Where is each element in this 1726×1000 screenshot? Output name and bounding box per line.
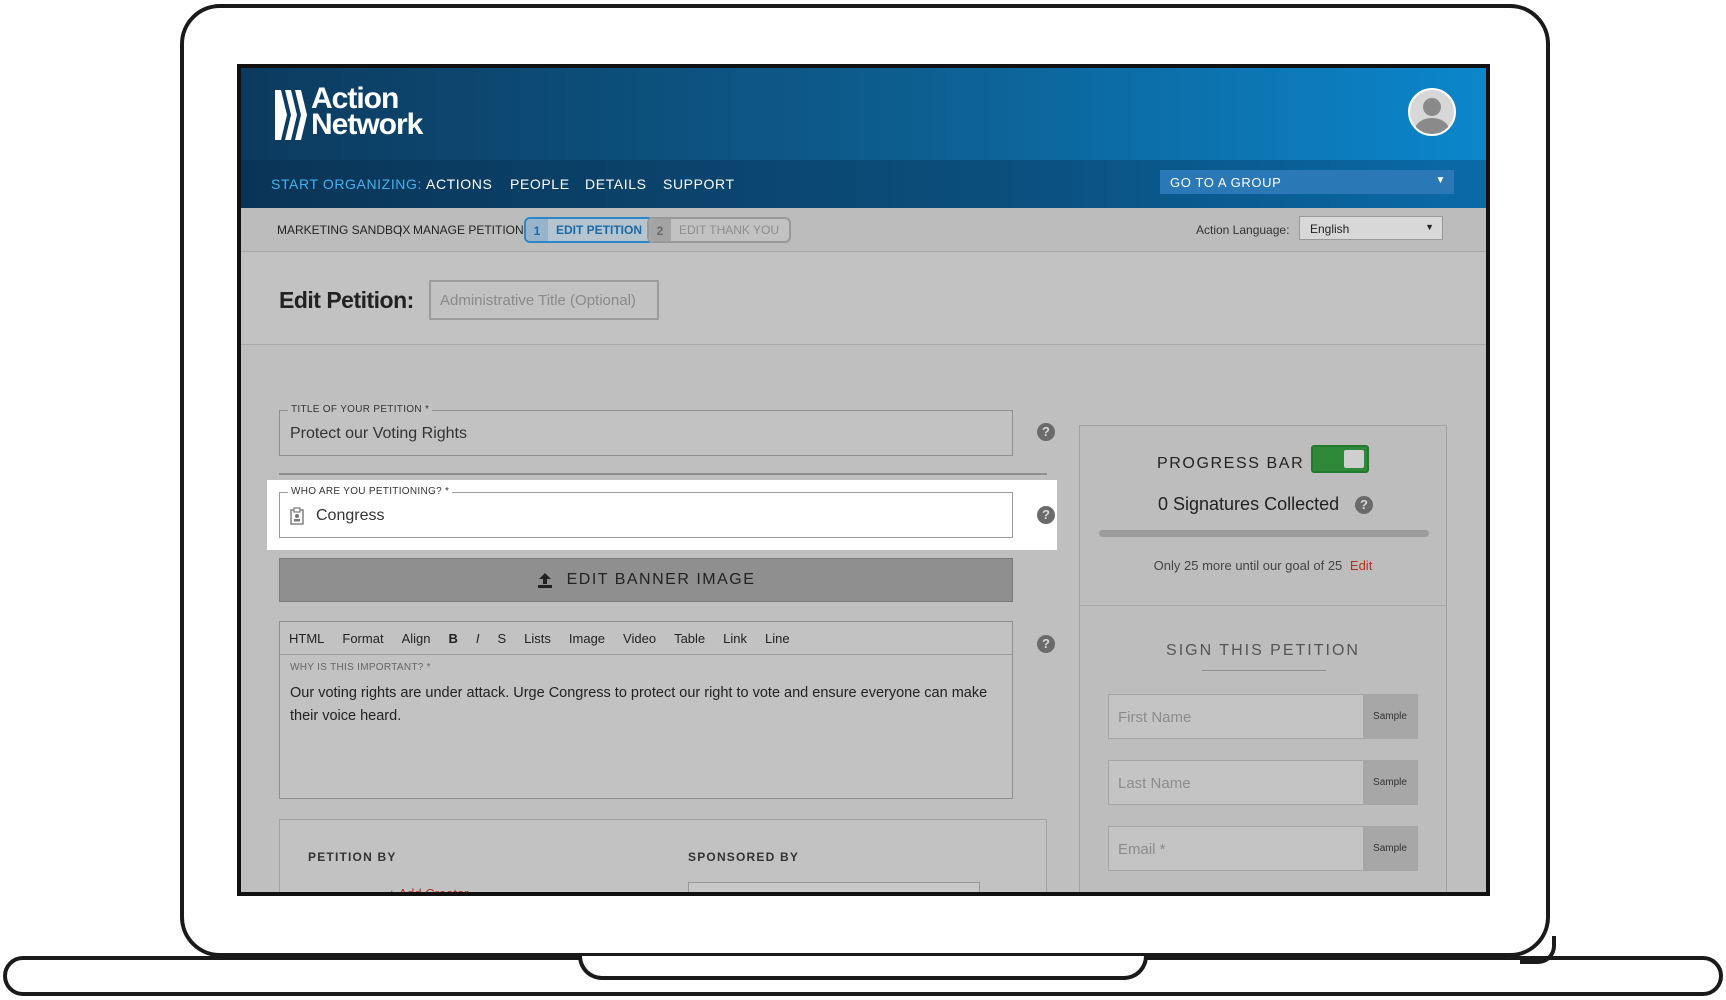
sign-petition-title: SIGN THIS PETITION xyxy=(1166,642,1360,659)
breadcrumb-bar: MARKETING SANDBOX | MANAGE PETITION 1 ED… xyxy=(241,208,1486,252)
sample-button[interactable]: Sample xyxy=(1363,827,1417,870)
breadcrumb-separator: | xyxy=(399,223,403,237)
byline-section: PETITION BY SPONSORED BY + Add Creator xyxy=(279,819,1047,892)
user-avatar[interactable] xyxy=(1408,88,1456,136)
language-value: English xyxy=(1310,222,1350,236)
toolbar-line[interactable]: Line xyxy=(765,631,790,646)
help-icon[interactable]: ? xyxy=(1037,635,1055,653)
toolbar-strike[interactable]: S xyxy=(498,631,507,646)
petition-target-value: Congress xyxy=(316,507,385,524)
nav-item-actions[interactable]: ACTIONS xyxy=(426,176,492,192)
clipboard-icon xyxy=(290,507,304,525)
go-to-group-select[interactable]: GO TO A GROUP ▼ xyxy=(1160,170,1454,194)
petition-title-field[interactable]: TITLE OF YOUR PETITION * Protect our Vot… xyxy=(279,404,1013,456)
why-important-text[interactable]: Our voting rights are under attack. Urge… xyxy=(290,682,1000,728)
sponsored-by-label: SPONSORED BY xyxy=(688,850,800,864)
action-network-logo[interactable]: Action Network xyxy=(275,82,445,142)
laptop-notch xyxy=(578,956,1148,980)
app-header: Action Network xyxy=(241,68,1486,160)
form-divider xyxy=(279,473,1047,475)
sign-title-underline xyxy=(1202,670,1326,671)
nav-item-people[interactable]: PEOPLE xyxy=(510,176,570,192)
email-placeholder: Email * xyxy=(1118,841,1166,858)
sample-button[interactable]: Sample xyxy=(1363,761,1417,804)
email-field[interactable]: Email * Sample xyxy=(1108,826,1418,871)
step-edit-thank-you[interactable]: 2 EDIT THANK YOU xyxy=(647,217,792,243)
add-creator-link[interactable]: + Add Creator xyxy=(388,886,469,892)
last-name-placeholder: Last Name xyxy=(1118,775,1191,792)
breadcrumb-marketing-sandbox[interactable]: MARKETING SANDBOX xyxy=(277,223,410,237)
petition-target-legend: WHO ARE YOU PETITIONING? * xyxy=(288,486,453,497)
breadcrumb-manage-petition[interactable]: MANAGE PETITION xyxy=(413,223,524,237)
edit-banner-image-button[interactable]: EDIT BANNER IMAGE xyxy=(279,558,1013,602)
goal-message: Only 25 more until our goal of 25 xyxy=(1153,558,1343,573)
group-select-label: GO TO A GROUP xyxy=(1170,175,1282,190)
petition-target-highlight: WHO ARE YOU PETITIONING? * Congress ? xyxy=(267,480,1057,550)
edit-title-bar: Edit Petition: Administrative Title (Opt… xyxy=(241,253,1486,345)
signatures-collected: 0 Signatures Collected xyxy=(1158,494,1340,514)
edit-banner-image-label: EDIT BANNER IMAGE xyxy=(566,571,756,588)
toolbar-italic[interactable]: I xyxy=(476,631,480,646)
help-icon[interactable]: ? xyxy=(1355,496,1373,514)
step-label: EDIT PETITION xyxy=(556,223,643,237)
action-language-label: Action Language: xyxy=(1196,223,1290,237)
toolbar-align[interactable]: Align xyxy=(402,631,431,646)
administrative-title-input[interactable]: Administrative Title (Optional) xyxy=(429,280,659,320)
extra-field[interactable] xyxy=(1108,892,1418,896)
upload-icon xyxy=(537,573,552,588)
petition-title-legend: TITLE OF YOUR PETITION * xyxy=(288,404,433,415)
petition-by-label: PETITION BY xyxy=(308,850,397,864)
edit-goal-link[interactable]: Edit xyxy=(1350,558,1372,573)
petition-preview-panel: PROGRESS BAR 0 Signatures Collected ? On… xyxy=(1079,425,1447,896)
avatar-body xyxy=(1415,118,1449,134)
sample-button[interactable]: Sample xyxy=(1363,695,1417,738)
help-icon[interactable]: ? xyxy=(1037,506,1055,524)
caret-down-icon: ▼ xyxy=(1435,175,1446,186)
progress-track xyxy=(1099,530,1429,537)
nav-item-support[interactable]: SUPPORT xyxy=(663,176,735,192)
toolbar-html[interactable]: HTML xyxy=(289,631,324,646)
first-name-placeholder: First Name xyxy=(1118,709,1192,726)
toolbar-bold[interactable]: B xyxy=(448,631,457,646)
main-nav: START ORGANIZING: ACTIONS PEOPLE DETAILS… xyxy=(241,160,1486,208)
last-name-field[interactable]: Last Name Sample xyxy=(1108,760,1418,805)
why-important-editor[interactable]: HTML Format Align B I S Lists Image Vide… xyxy=(279,621,1013,799)
sponsor-input[interactable] xyxy=(688,882,980,892)
progress-bar-label: PROGRESS BAR xyxy=(1157,455,1305,472)
avatar-head xyxy=(1423,98,1441,116)
step-number: 2 xyxy=(649,219,671,241)
caret-down-icon: ▼ xyxy=(1425,222,1434,232)
step-label: EDIT THANK YOU xyxy=(679,223,780,237)
nav-item-details[interactable]: DETAILS xyxy=(585,176,647,192)
why-important-legend: WHY IS THIS IMPORTANT? * xyxy=(290,662,431,673)
petition-target-field[interactable]: WHO ARE YOU PETITIONING? * Congress xyxy=(279,486,1013,538)
nav-start-organizing[interactable]: START ORGANIZING: xyxy=(271,176,422,192)
page-title: Edit Petition: xyxy=(279,287,414,313)
logo-mark-icon xyxy=(275,90,307,140)
logo-text: Action Network xyxy=(311,82,423,141)
goal-text: Only 25 more until our goal of 25 Edit xyxy=(1080,558,1446,573)
petition-title-value: Protect our Voting Rights xyxy=(290,425,467,442)
app-screen: Action Network START ORGANIZING: ACTIONS… xyxy=(237,64,1490,896)
help-icon[interactable]: ? xyxy=(1037,423,1055,441)
action-language-select[interactable]: English ▼ xyxy=(1299,216,1443,240)
first-name-field[interactable]: First Name Sample xyxy=(1108,694,1418,739)
progress-section: PROGRESS BAR 0 Signatures Collected ? On… xyxy=(1080,426,1446,606)
toolbar-lists[interactable]: Lists xyxy=(524,631,551,646)
progress-bar-toggle[interactable] xyxy=(1311,445,1369,473)
step-number: 1 xyxy=(526,219,548,241)
toolbar-video[interactable]: Video xyxy=(623,631,656,646)
editor-toolbar: HTML Format Align B I S Lists Image Vide… xyxy=(280,622,1012,655)
step-edit-petition[interactable]: 1 EDIT PETITION xyxy=(524,217,655,243)
toolbar-table[interactable]: Table xyxy=(674,631,705,646)
toolbar-format[interactable]: Format xyxy=(342,631,383,646)
toolbar-link[interactable]: Link xyxy=(723,631,747,646)
toggle-knob xyxy=(1344,450,1364,468)
toolbar-image[interactable]: Image xyxy=(569,631,605,646)
